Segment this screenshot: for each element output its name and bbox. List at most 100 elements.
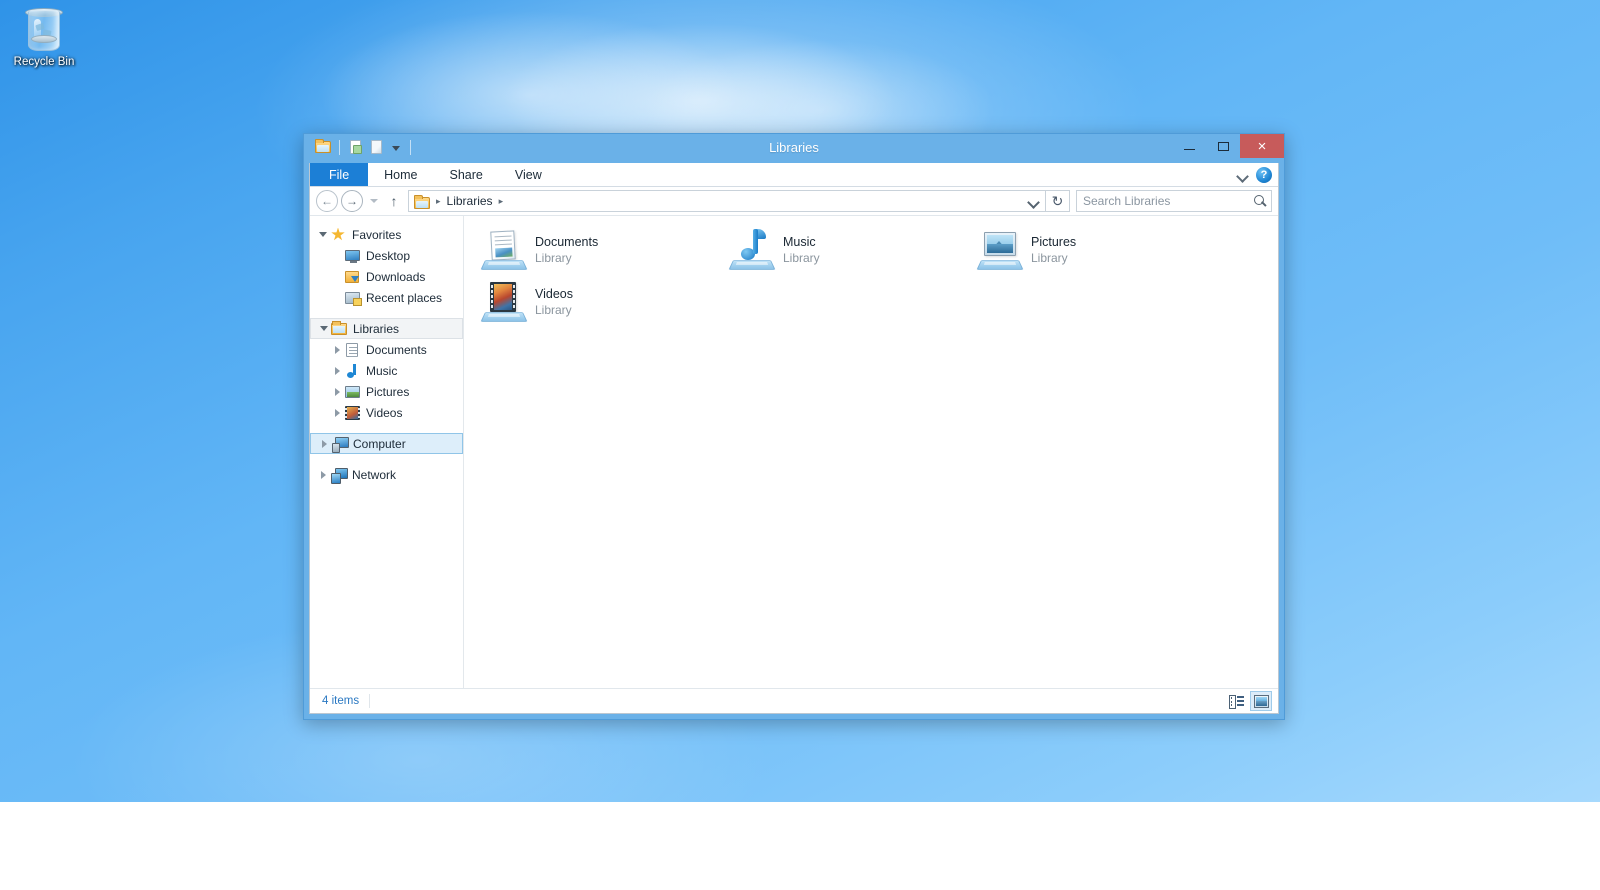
toolbar-divider — [339, 139, 340, 155]
details-view-button[interactable] — [1225, 691, 1247, 711]
list-item[interactable]: Documents Library — [474, 224, 722, 276]
large-icons-view-icon — [1253, 694, 1269, 708]
file-explorer-window[interactable]: Libraries × File Home Share View ? ← → ↑… — [303, 133, 1285, 720]
expander-closed-icon[interactable] — [330, 406, 344, 420]
expander-closed-icon[interactable] — [330, 385, 344, 399]
list-item[interactable]: Pictures Library — [970, 224, 1218, 276]
list-item[interactable]: Videos Library — [474, 276, 722, 328]
breadcrumb-libraries[interactable]: Libraries — [444, 194, 496, 208]
bottom-white-band — [0, 802, 1600, 890]
computer-icon — [331, 436, 349, 453]
back-button[interactable]: ← — [316, 190, 338, 212]
documents-icon — [344, 342, 361, 358]
window-title: Libraries — [769, 140, 819, 155]
details-view-icon — [1228, 695, 1244, 709]
forward-button[interactable]: → — [341, 190, 363, 212]
item-type: Library — [783, 251, 820, 265]
close-button[interactable]: × — [1240, 134, 1284, 158]
item-type: Library — [535, 251, 572, 265]
navigation-bar[interactable]: ← → ↑ ▸ Libraries ▸ ↻ — [310, 187, 1278, 216]
quick-access-toolbar[interactable] — [314, 138, 415, 156]
sidebar-item-recent-places[interactable]: Recent places — [310, 287, 463, 308]
list-item[interactable]: Music Library — [722, 224, 970, 276]
sidebar-label-documents: Documents — [366, 342, 427, 357]
expander-placeholder — [330, 249, 344, 263]
sidebar-label-pictures: Pictures — [366, 384, 410, 399]
music-icon — [344, 363, 361, 379]
expander-open-icon[interactable] — [316, 228, 330, 242]
expander-closed-icon[interactable] — [330, 343, 344, 357]
up-button[interactable]: ↑ — [384, 190, 404, 212]
sidebar-label-libraries: Libraries — [353, 321, 400, 336]
expand-ribbon-chevron-down-icon[interactable] — [1237, 170, 1248, 181]
libraries-folder-icon[interactable] — [314, 138, 332, 156]
desktop-icon-label: Recycle Bin — [13, 56, 75, 68]
search-input[interactable] — [1083, 194, 1254, 208]
view-buttons[interactable] — [1225, 691, 1272, 711]
search-icon[interactable] — [1254, 194, 1267, 208]
tab-view[interactable]: View — [499, 163, 558, 186]
item-name: Music — [783, 235, 816, 249]
navigation-pane[interactable]: Favorites Desktop Downloads Recent place… — [310, 216, 463, 688]
tab-home[interactable]: Home — [368, 163, 433, 186]
downloads-icon — [344, 269, 361, 285]
address-dropdown-chevron-down-icon[interactable] — [1023, 191, 1043, 211]
desktop-icon-recycle-bin[interactable]: Recycle Bin — [5, 6, 83, 69]
sidebar-item-desktop[interactable]: Desktop — [310, 245, 463, 266]
videos-library-icon — [480, 279, 528, 325]
ribbon-tab-bar[interactable]: File Home Share View ? — [310, 163, 1278, 187]
tab-share[interactable]: Share — [434, 163, 499, 186]
customize-quick-access-caret[interactable] — [389, 138, 403, 156]
window-controls[interactable]: × — [1172, 134, 1284, 158]
sidebar-item-network[interactable]: Network — [310, 464, 463, 485]
breadcrumb-separator-1[interactable]: ▸ — [496, 196, 507, 207]
expander-placeholder — [330, 270, 344, 284]
help-button[interactable]: ? — [1256, 167, 1272, 183]
item-count-label: 4 items — [322, 695, 360, 707]
tab-file[interactable]: File — [310, 163, 369, 186]
network-icon — [330, 467, 348, 484]
properties-icon[interactable] — [347, 138, 365, 156]
tile-container: Documents Library Music Library Pictures… — [474, 224, 1278, 328]
expander-closed-icon[interactable] — [316, 468, 330, 482]
sidebar-item-downloads[interactable]: Downloads — [310, 266, 463, 287]
sidebar-item-documents[interactable]: Documents — [310, 339, 463, 360]
status-divider — [369, 694, 371, 708]
expander-closed-icon[interactable] — [330, 364, 344, 378]
sidebar-item-computer[interactable]: Computer — [310, 433, 463, 454]
desktop[interactable]: Recycle Bin Libraries × File Home Share … — [0, 0, 1600, 802]
address-bar[interactable]: ▸ Libraries ▸ — [408, 190, 1046, 212]
sidebar-item-videos[interactable]: Videos — [310, 402, 463, 423]
sidebar-item-pictures[interactable]: Pictures — [310, 381, 463, 402]
item-name: Pictures — [1031, 235, 1077, 249]
maximize-icon — [1217, 141, 1229, 151]
breadcrumb-separator-root[interactable]: ▸ — [433, 196, 444, 207]
item-name: Videos — [535, 287, 573, 301]
maximize-button[interactable] — [1206, 134, 1240, 158]
recent-locations-chevron-down-icon[interactable] — [366, 190, 382, 212]
toolbar-divider-2 — [410, 139, 411, 155]
sidebar-item-libraries[interactable]: Libraries — [310, 318, 463, 339]
sidebar-item-favorites[interactable]: Favorites — [310, 224, 463, 245]
refresh-button[interactable]: ↻ — [1046, 190, 1070, 212]
videos-icon — [344, 405, 361, 421]
new-folder-icon[interactable] — [368, 138, 386, 156]
expander-closed-icon[interactable] — [317, 437, 331, 451]
search-box[interactable] — [1076, 190, 1272, 212]
star-icon — [330, 227, 347, 243]
expander-placeholder — [330, 291, 344, 305]
minimize-button[interactable] — [1172, 134, 1206, 158]
file-list-view[interactable]: Documents Library Music Library Pictures… — [464, 216, 1278, 688]
large-icons-view-button[interactable] — [1250, 691, 1272, 711]
sidebar-label-computer: Computer — [353, 436, 406, 451]
window-title-bar[interactable]: Libraries × — [304, 134, 1284, 163]
sidebar-label-recent-places: Recent places — [366, 290, 443, 305]
sidebar-label-music: Music — [366, 363, 398, 378]
expander-open-icon[interactable] — [317, 322, 331, 336]
sidebar-item-music[interactable]: Music — [310, 360, 463, 381]
status-bar: 4 items — [310, 688, 1278, 713]
music-library-icon — [728, 227, 776, 273]
sidebar-label-desktop: Desktop — [366, 248, 411, 263]
